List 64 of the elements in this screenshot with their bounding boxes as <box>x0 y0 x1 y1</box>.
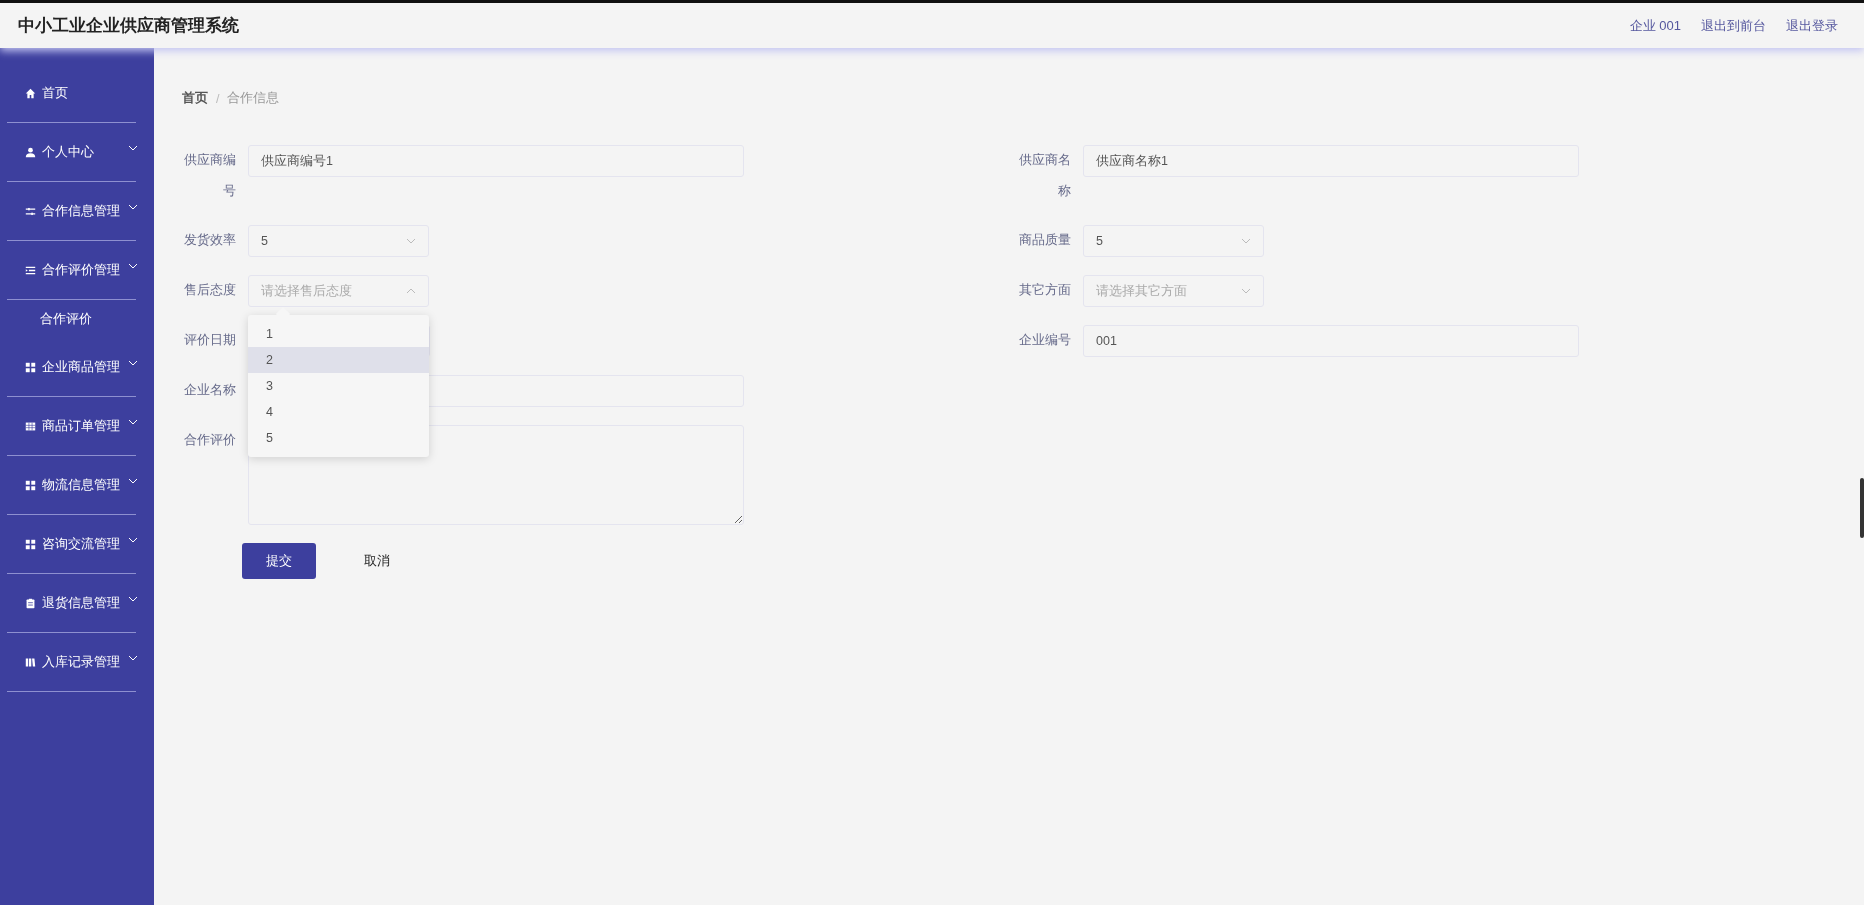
field-label: 售后态度 <box>183 282 236 299</box>
chevron-down-icon <box>128 419 138 425</box>
grid-icon <box>25 479 36 491</box>
breadcrumb-item: 合作信息 <box>227 90 280 107</box>
text-field[interactable]: 001 <box>1083 325 1579 357</box>
dropdown-option[interactable]: 4 <box>248 399 429 425</box>
sidebar-item[interactable]: 个人中心 <box>7 123 136 182</box>
field-label: 供应商名称 <box>1018 152 1071 200</box>
field-label: 评价日期 <box>183 332 236 349</box>
breadcrumb-separator: / <box>216 91 220 106</box>
field-label: 其它方面 <box>1018 282 1071 299</box>
dropdown-option[interactable]: 5 <box>248 425 429 451</box>
app-title: 中小工业企业供应商管理系统 <box>18 15 239 37</box>
chevron-down-icon <box>128 360 138 366</box>
header-link[interactable]: 退出登录 <box>1786 16 1838 35</box>
chevron-down-icon <box>1241 238 1251 244</box>
home-icon <box>25 87 36 99</box>
select-field[interactable]: 5 <box>248 225 429 257</box>
sidebar-item[interactable]: 商品订单管理 <box>7 397 136 456</box>
clipboard-icon <box>25 597 36 609</box>
dropdown-option[interactable]: 2 <box>248 347 429 373</box>
sidebar-item[interactable]: 企业商品管理 <box>7 338 136 397</box>
books-icon <box>25 656 36 668</box>
field-label: 企业名称 <box>183 382 236 399</box>
sidebar-subitem[interactable]: 合作评价 <box>0 300 154 338</box>
field-label: 企业编号 <box>1018 332 1071 349</box>
grid-icon <box>25 538 36 550</box>
dropdown-option[interactable]: 3 <box>248 373 429 399</box>
text-field[interactable]: 供应商名称1 <box>1083 145 1579 177</box>
header-link[interactable]: 退出到前台 <box>1701 16 1766 35</box>
sidebar-item[interactable]: 入库记录管理 <box>7 633 136 692</box>
select-field[interactable]: 5 <box>1083 225 1264 257</box>
chevron-down-icon <box>128 145 138 151</box>
field-label: 合作评价 <box>183 432 236 449</box>
chevron-down-icon <box>128 596 138 602</box>
chevron-down-icon <box>128 478 138 484</box>
sidebar-item[interactable]: 合作评价管理 <box>7 241 136 300</box>
chevron-down-icon <box>406 238 416 244</box>
chevron-down-icon <box>128 204 138 210</box>
sidebar-item[interactable]: 合作信息管理 <box>7 182 136 241</box>
field-label: 发货效率 <box>183 232 236 249</box>
breadcrumb-item[interactable]: 首页 <box>182 90 208 107</box>
grid-icon <box>25 361 36 373</box>
table-icon <box>25 420 36 432</box>
field-label: 供应商编号 <box>183 152 236 200</box>
cancel-button[interactable]: 取消 <box>340 543 414 579</box>
sidebar-item[interactable]: 物流信息管理 <box>7 456 136 515</box>
scrollbar-thumb[interactable] <box>1860 478 1864 538</box>
sidebar-item[interactable]: 咨询交流管理 <box>7 515 136 574</box>
list-icon <box>25 264 36 276</box>
header-link[interactable]: 企业 001 <box>1629 16 1681 35</box>
submit-button[interactable]: 提交 <box>242 543 316 579</box>
sidebar-item[interactable]: 退货信息管理 <box>7 574 136 633</box>
sliders-icon <box>25 205 36 217</box>
text-field[interactable]: 供应商编号1 <box>248 145 744 177</box>
dropdown-option[interactable]: 1 <box>248 321 429 347</box>
chevron-down-icon <box>1241 288 1251 294</box>
chevron-down-icon <box>128 655 138 661</box>
user-icon <box>25 146 36 158</box>
chevron-down-icon <box>128 537 138 543</box>
chevron-down-icon <box>128 263 138 269</box>
chevron-up-icon <box>406 288 416 294</box>
field-label: 商品质量 <box>1018 232 1071 249</box>
sidebar-item[interactable]: 首页 <box>7 64 136 123</box>
